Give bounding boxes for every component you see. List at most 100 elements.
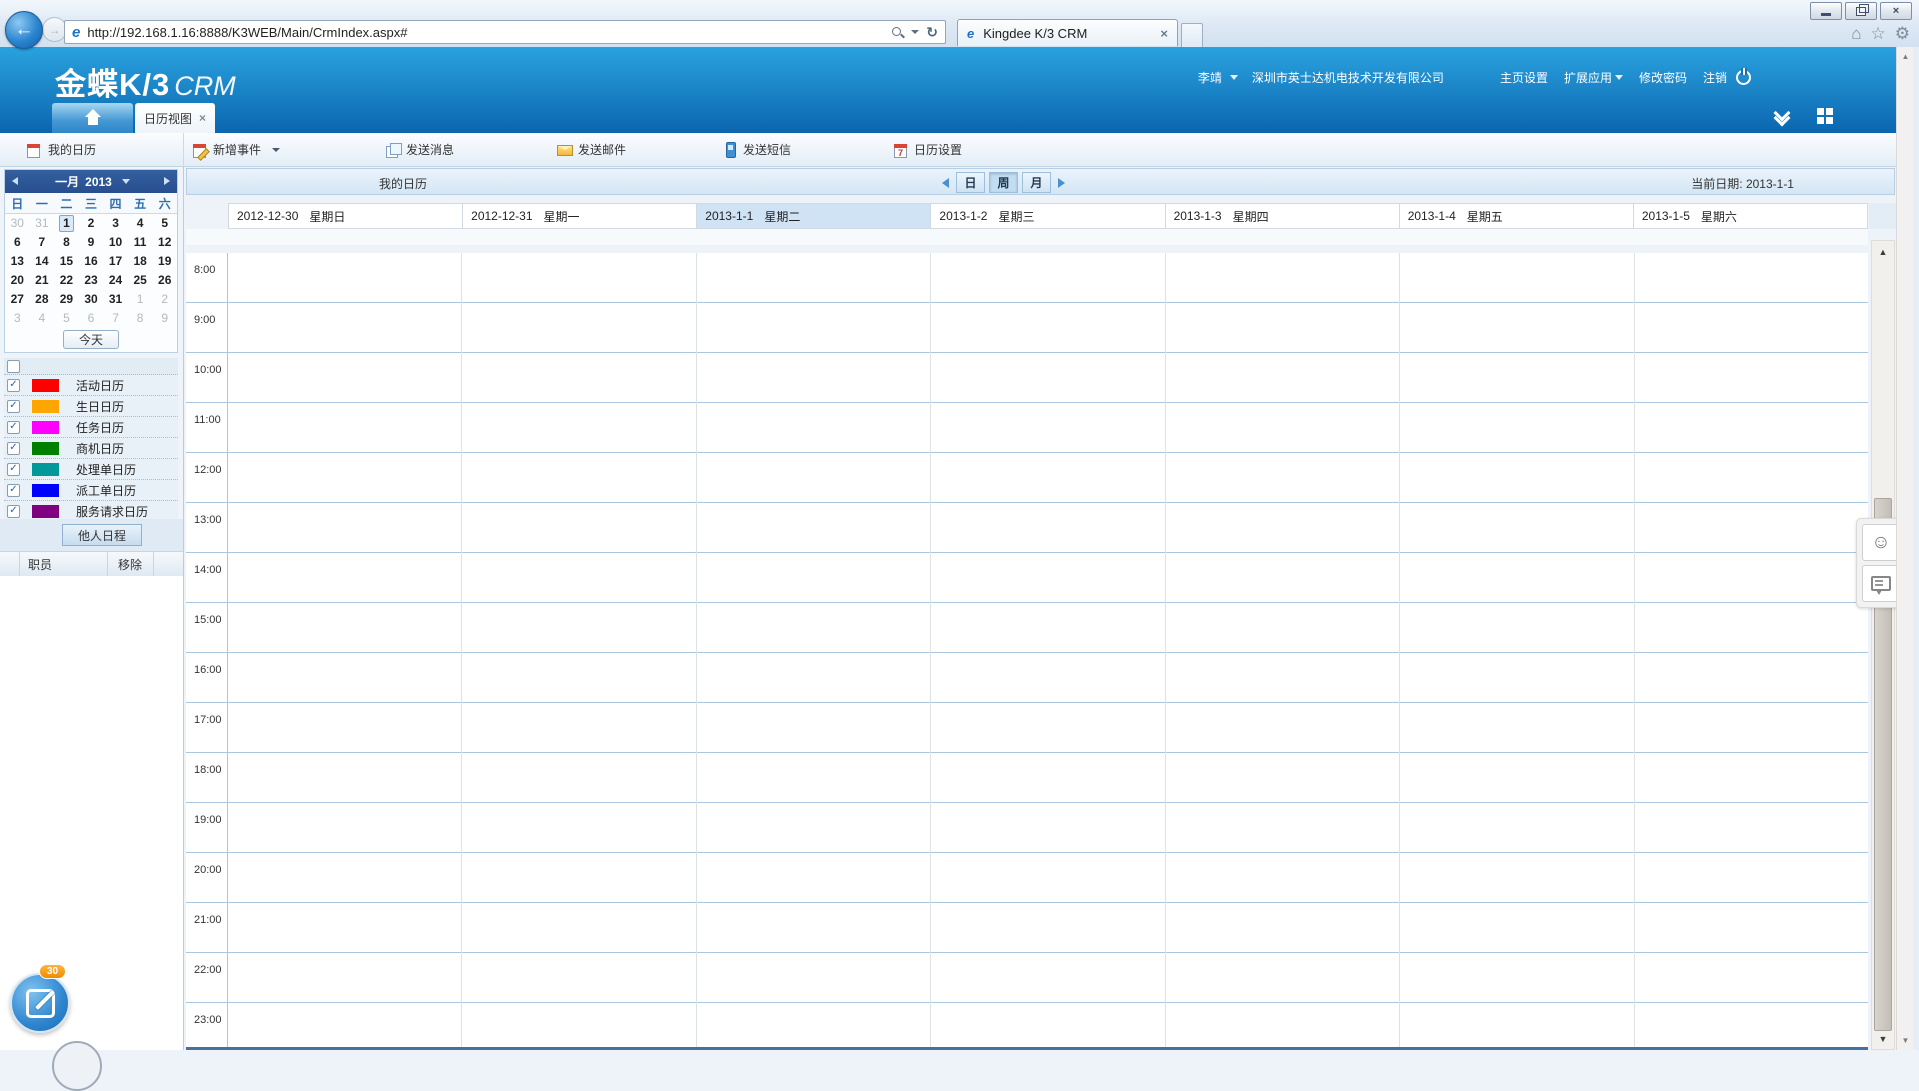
mini-calendar-day[interactable]: 8 xyxy=(128,309,153,328)
calendar-checkbox[interactable]: ✓ xyxy=(7,483,20,497)
mini-calendar-day[interactable]: 23 xyxy=(79,271,104,290)
collapse-header-icon[interactable] xyxy=(1772,104,1792,127)
window-close-button[interactable]: × xyxy=(1880,2,1912,20)
scroll-up-icon[interactable]: ▲ xyxy=(1872,243,1894,261)
window-restore-button[interactable] xyxy=(1845,2,1877,20)
scroll-down-icon[interactable]: ▼ xyxy=(1872,1031,1894,1047)
mini-calendar-day[interactable]: 21 xyxy=(30,271,55,290)
day-column[interactable] xyxy=(1166,253,1401,1047)
view-button-月[interactable]: 月 xyxy=(1022,172,1051,193)
day-column[interactable] xyxy=(228,253,463,1047)
user-menu[interactable]: 李靖 xyxy=(1198,69,1222,86)
calendar-checkbox[interactable]: ✓ xyxy=(7,399,20,413)
smiley-button[interactable]: ☺ xyxy=(1862,524,1900,561)
mini-calendar-day[interactable]: 20 xyxy=(5,271,30,290)
calendar-checkbox[interactable]: ✓ xyxy=(7,420,20,434)
search-icon[interactable] xyxy=(891,26,904,39)
mini-calendar-day[interactable]: 22 xyxy=(54,271,79,290)
mini-calendar-day[interactable]: 18 xyxy=(128,252,153,271)
toolbar-button-5[interactable]: 7 日历设置 xyxy=(893,133,962,166)
home-icon[interactable]: ⌂ xyxy=(1851,24,1861,44)
today-button[interactable]: 今天 xyxy=(63,330,119,349)
scroll-up-icon[interactable]: ▲ xyxy=(1897,52,1914,61)
calendar-checkbox[interactable]: ✓ xyxy=(7,462,20,476)
settings-gear-icon[interactable]: ⚙ xyxy=(1895,24,1910,44)
mini-calendar-day[interactable]: 31 xyxy=(103,290,128,309)
calendar-list-item[interactable]: ✓ 活动日历 xyxy=(4,375,178,396)
mini-calendar-day[interactable]: 7 xyxy=(30,233,55,252)
url-text[interactable]: http://192.168.1.16:8888/K3WEB/Main/CrmI… xyxy=(87,25,891,40)
mini-calendar-day[interactable]: 27 xyxy=(5,290,30,309)
comment-button[interactable] xyxy=(1862,565,1900,602)
mini-calendar-day[interactable]: 2 xyxy=(79,214,104,233)
mini-calendar-day[interactable]: 15 xyxy=(54,252,79,271)
mini-calendar-day[interactable]: 29 xyxy=(54,290,79,309)
mini-calendar-day[interactable]: 30 xyxy=(79,290,104,309)
browser-back-button[interactable]: ← xyxy=(5,11,43,49)
select-all-checkbox[interactable] xyxy=(7,359,20,373)
calendar-checkbox[interactable]: ✓ xyxy=(7,441,20,455)
mini-calendar-day[interactable]: 9 xyxy=(79,233,104,252)
mini-calendar-day[interactable]: 3 xyxy=(103,214,128,233)
calendar-checkbox[interactable]: ✓ xyxy=(7,378,20,392)
chevron-down-icon[interactable] xyxy=(1229,75,1238,80)
calendar-list-item[interactable]: ✓ 商机日历 xyxy=(4,438,178,459)
browser-tab[interactable]: e Kingdee K/3 CRM × xyxy=(957,19,1178,46)
calendar-list-item[interactable]: ✓ 生日日历 xyxy=(4,396,178,417)
chevron-down-icon[interactable] xyxy=(911,30,920,34)
mini-calendar-day[interactable]: 7 xyxy=(103,309,128,328)
mini-calendar-day[interactable]: 10 xyxy=(103,233,128,252)
mini-calendar-day[interactable]: 24 xyxy=(103,271,128,290)
others-schedule-button[interactable]: 他人日程 xyxy=(62,524,142,546)
header-link[interactable]: 扩展应用 xyxy=(1564,69,1623,86)
day-column[interactable] xyxy=(931,253,1166,1047)
toolbar-button-3[interactable]: 发送邮件 xyxy=(557,133,626,166)
calendar-list-item[interactable]: ✓ 处理单日历 xyxy=(4,459,178,480)
tab-calendar-view[interactable]: 日历视图 × xyxy=(135,103,215,133)
mini-calendar-day[interactable]: 30 xyxy=(5,214,30,233)
calendar-scrollbar[interactable]: ▲ ▼ xyxy=(1871,240,1895,1050)
previous-period-icon[interactable] xyxy=(942,177,949,188)
mini-calendar-day[interactable]: 13 xyxy=(5,252,30,271)
calendar-list-item[interactable]: ✓ 任务日历 xyxy=(4,417,178,438)
mini-calendar-day[interactable]: 31 xyxy=(30,214,55,233)
mini-calendar-day[interactable]: 5 xyxy=(152,214,177,233)
mini-calendar-day[interactable]: 26 xyxy=(152,271,177,290)
header-link[interactable]: 主页设置 xyxy=(1500,69,1548,86)
mini-calendar-year[interactable]: 2013 xyxy=(85,175,112,189)
refresh-icon[interactable]: ↻ xyxy=(926,25,938,39)
tab-close-icon[interactable]: × xyxy=(1160,26,1168,41)
mini-calendar-day[interactable]: 17 xyxy=(103,252,128,271)
mini-calendar-day[interactable]: 14 xyxy=(30,252,55,271)
mini-calendar-month[interactable]: 一月 xyxy=(55,173,79,190)
address-bar[interactable]: e http://192.168.1.16:8888/K3WEB/Main/Cr… xyxy=(64,20,946,44)
mini-calendar-day[interactable]: 2 xyxy=(152,290,177,309)
day-column[interactable] xyxy=(462,253,697,1047)
mini-calendar-day[interactable]: 6 xyxy=(5,233,30,252)
mini-calendar-day[interactable]: 8 xyxy=(54,233,79,252)
mini-calendar-day[interactable]: 1 xyxy=(54,214,79,233)
mini-calendar-day[interactable]: 28 xyxy=(30,290,55,309)
toolbar-button-4[interactable]: 发送短信 xyxy=(722,133,791,166)
mini-calendar-day[interactable]: 1 xyxy=(128,290,153,309)
mini-calendar-day[interactable]: 12 xyxy=(152,233,177,252)
page-scrollbar[interactable]: ▲ ▼ xyxy=(1896,47,1914,1050)
scroll-down-icon[interactable]: ▼ xyxy=(1897,1036,1914,1045)
mini-calendar-day[interactable]: 19 xyxy=(152,252,177,271)
day-column[interactable] xyxy=(1400,253,1635,1047)
mini-calendar-day[interactable]: 25 xyxy=(128,271,153,290)
mini-calendar-day[interactable]: 5 xyxy=(54,309,79,328)
calendar-list-item[interactable]: ✓ 派工单日历 xyxy=(4,480,178,501)
favorites-star-icon[interactable]: ☆ xyxy=(1871,24,1886,44)
next-period-icon[interactable] xyxy=(1058,177,1065,188)
new-tab-button[interactable] xyxy=(1181,23,1203,47)
header-link[interactable]: 修改密码 xyxy=(1639,69,1687,86)
toolbar-button-2[interactable]: 发送消息 xyxy=(385,133,454,166)
header-link[interactable]: 注销 xyxy=(1703,69,1727,86)
tab-home[interactable] xyxy=(52,103,133,133)
compose-button[interactable] xyxy=(10,973,70,1033)
day-column[interactable] xyxy=(697,253,932,1047)
tab-close-icon[interactable]: × xyxy=(199,111,206,125)
mini-calendar-day[interactable]: 9 xyxy=(152,309,177,328)
mini-calendar-day[interactable]: 4 xyxy=(128,214,153,233)
